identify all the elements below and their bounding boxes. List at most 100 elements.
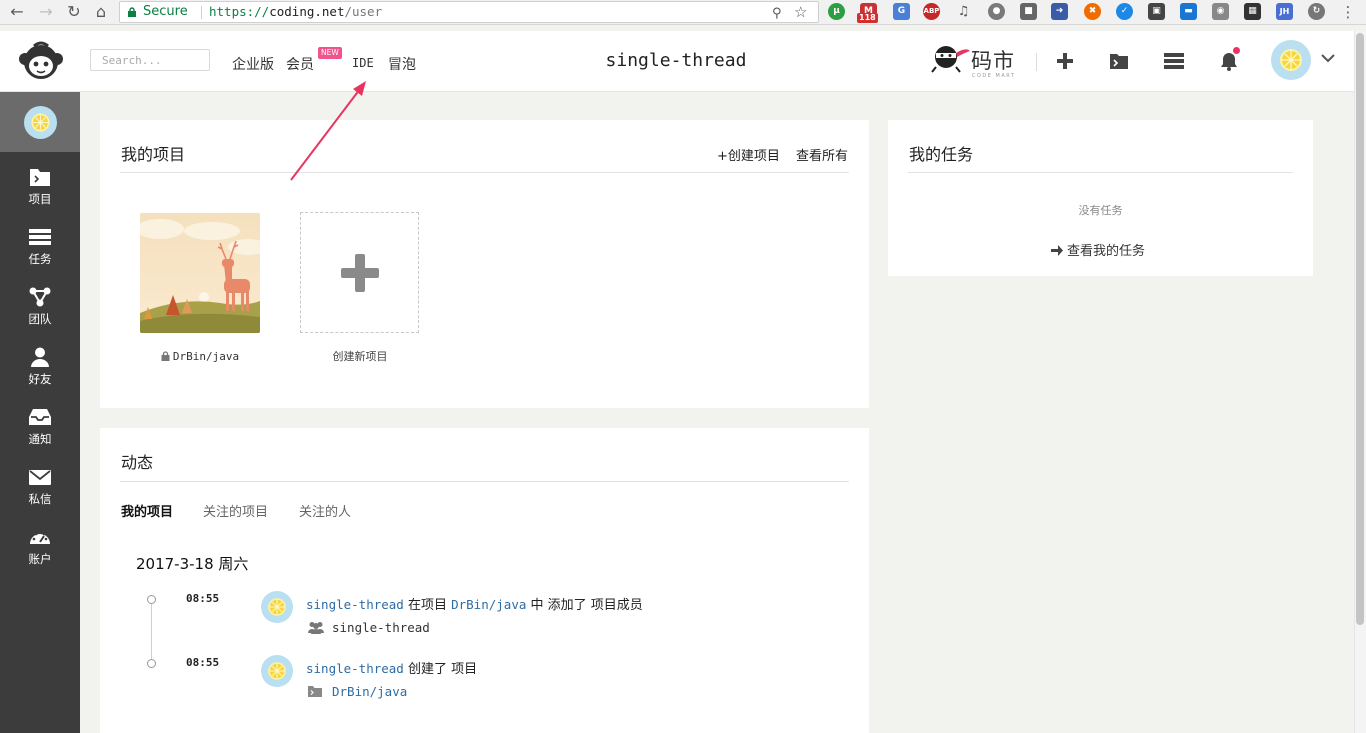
project-name-label[interactable]: DrBin/java	[120, 350, 280, 363]
forward-arrow-icon[interactable]: →	[35, 2, 57, 22]
translate-extension-icon[interactable]: G	[893, 3, 910, 20]
url-text: https://coding.net/user	[209, 2, 382, 22]
activity-time: 08:55	[186, 656, 220, 669]
codemart-logo[interactable]: 码市 CODE MART	[930, 39, 1025, 83]
activity-project-link[interactable]: DrBin/java	[451, 597, 526, 612]
view-my-tasks-text: 查看我的任务	[1067, 244, 1146, 259]
coding-monkey-logo[interactable]	[17, 40, 65, 84]
tab-my-projects[interactable]: 我的项目	[121, 501, 173, 520]
arrow-extension-icon[interactable]: ➜	[1051, 3, 1068, 20]
sidebar-item-friends[interactable]: 好友	[0, 339, 80, 399]
camera-extension-icon[interactable]: ◉	[1212, 3, 1229, 20]
lock-icon	[161, 351, 170, 361]
timeline-dot	[147, 659, 156, 668]
inbox-icon	[29, 409, 51, 425]
address-bar[interactable]: Secure https://coding.net/user ⚲ ☆	[119, 1, 819, 23]
key-icon[interactable]: ⚲	[772, 4, 782, 24]
folder-terminal-icon	[308, 686, 322, 697]
project-cover-image[interactable]	[140, 213, 260, 333]
secure-label: Secure	[143, 4, 188, 19]
gmail-extension-icon[interactable]: M 118	[857, 3, 878, 23]
tab-followed-people[interactable]: 关注的人	[299, 501, 351, 520]
create-new-project-label[interactable]: 创建新项目	[300, 348, 420, 364]
gmail-unread-badge: 118	[857, 13, 878, 23]
sidebar-item-label: 项目	[28, 192, 52, 206]
activity-detail-member[interactable]: single-thread	[332, 620, 430, 635]
back-arrow-icon[interactable]: ←	[6, 2, 28, 22]
activity-panel	[100, 428, 869, 733]
adblock-extension-icon[interactable]: ABP	[923, 3, 940, 20]
team-icon	[29, 287, 51, 307]
music-extension-icon[interactable]: ♫	[955, 3, 972, 20]
window-extension-icon[interactable]: ▬	[1180, 3, 1197, 20]
bookmark-star-icon[interactable]: ☆	[794, 2, 807, 22]
ninja-mascot-icon	[931, 46, 970, 73]
home-icon[interactable]: ⌂	[90, 2, 112, 22]
header-divider	[1036, 53, 1037, 71]
nav-bubble-link[interactable]: 冒泡	[388, 54, 416, 74]
activity-actor-link[interactable]: single-thread	[306, 661, 404, 676]
profile-extension-icon[interactable]: ■	[1020, 3, 1037, 20]
blue-check-extension-icon[interactable]: ✓	[1116, 3, 1133, 20]
create-project-link[interactable]: +创建项目	[717, 145, 780, 164]
page-scrollbar-thumb[interactable]	[1356, 33, 1364, 625]
new-badge: NEW	[318, 47, 342, 59]
tasks-list-icon[interactable]	[1163, 52, 1185, 70]
sidebar-user-avatar[interactable]	[24, 106, 57, 139]
notification-bell-icon[interactable]	[1219, 51, 1239, 71]
sidebar-item-account[interactable]: 账户	[0, 519, 80, 579]
projects-folder-icon[interactable]	[1109, 52, 1129, 70]
sidebar-item-tasks[interactable]: 任务	[0, 219, 80, 279]
folder-icon	[30, 169, 50, 186]
view-my-tasks-link[interactable]: 查看我的任务	[1051, 240, 1145, 259]
codemart-subtext: CODE MART	[972, 73, 1016, 79]
activity-line: single-thread 创建了 项目	[306, 658, 477, 677]
activity-actor-link[interactable]: single-thread	[306, 597, 404, 612]
activity-detail: single-thread	[308, 620, 430, 635]
activity-text: 中 添加了 项目成员	[526, 598, 643, 613]
lock-icon	[128, 7, 136, 17]
timeline-line	[151, 604, 152, 659]
nav-member-link[interactable]: 会员	[286, 54, 314, 74]
sidebar-item-label: 通知	[28, 432, 52, 446]
ghost-extension-icon[interactable]: ●	[988, 3, 1005, 20]
activity-text: 创建了 项目	[403, 662, 478, 677]
sidebar-item-team[interactable]: 团队	[0, 279, 80, 339]
chevron-down-icon[interactable]	[1320, 52, 1336, 64]
panel-divider	[120, 481, 849, 482]
qr-code-extension-icon[interactable]: ▦	[1244, 3, 1261, 20]
tab-followed-projects[interactable]: 关注的项目	[203, 501, 268, 520]
no-tasks-text: 没有任务	[1078, 204, 1123, 217]
activity-text: 在项目	[403, 598, 452, 613]
activity-detail-project-link[interactable]: DrBin/java	[332, 684, 407, 699]
reload-icon[interactable]: ↻	[63, 2, 85, 22]
envelope-icon	[29, 470, 51, 485]
url-host: coding.net	[269, 4, 345, 19]
url-scheme: https://	[209, 4, 270, 19]
page-extension-icon[interactable]: ▣	[1148, 3, 1165, 20]
plus-icon[interactable]	[1056, 52, 1074, 70]
activity-line: single-thread 在项目 DrBin/java 中 添加了 项目成员	[306, 594, 643, 613]
my-tasks-title: 我的任务	[909, 145, 974, 164]
torrent-extension-icon[interactable]: μ	[828, 3, 845, 20]
nav-enterprise-link[interactable]: 企业版	[232, 54, 274, 74]
project-name-text: DrBin/java	[172, 350, 240, 363]
activity-date: 2017-3-18 周六	[136, 555, 249, 573]
timeline-dot	[147, 595, 156, 604]
browser-menu-icon[interactable]: ⋮	[1337, 2, 1359, 22]
dashboard-icon	[30, 530, 50, 544]
sidebar-item-projects[interactable]: 项目	[0, 159, 80, 219]
refresh-extension-icon[interactable]: ↻	[1308, 3, 1325, 20]
activity-user-avatar[interactable]	[261, 591, 293, 623]
activity-user-avatar[interactable]	[261, 655, 293, 687]
create-project-tile[interactable]	[300, 212, 419, 333]
user-avatar[interactable]	[1271, 40, 1311, 80]
orange-extension-icon[interactable]: ✖	[1084, 3, 1101, 20]
sidebar-item-notifications[interactable]: 通知	[0, 399, 80, 459]
jh-extension-icon[interactable]: JH	[1276, 3, 1293, 20]
sidebar-avatar-area[interactable]	[0, 92, 80, 152]
nav-ide-link[interactable]: IDE	[352, 56, 374, 70]
view-all-projects-link[interactable]: 查看所有	[796, 145, 848, 164]
search-input[interactable]	[90, 49, 210, 71]
sidebar-item-messages[interactable]: 私信	[0, 459, 80, 519]
